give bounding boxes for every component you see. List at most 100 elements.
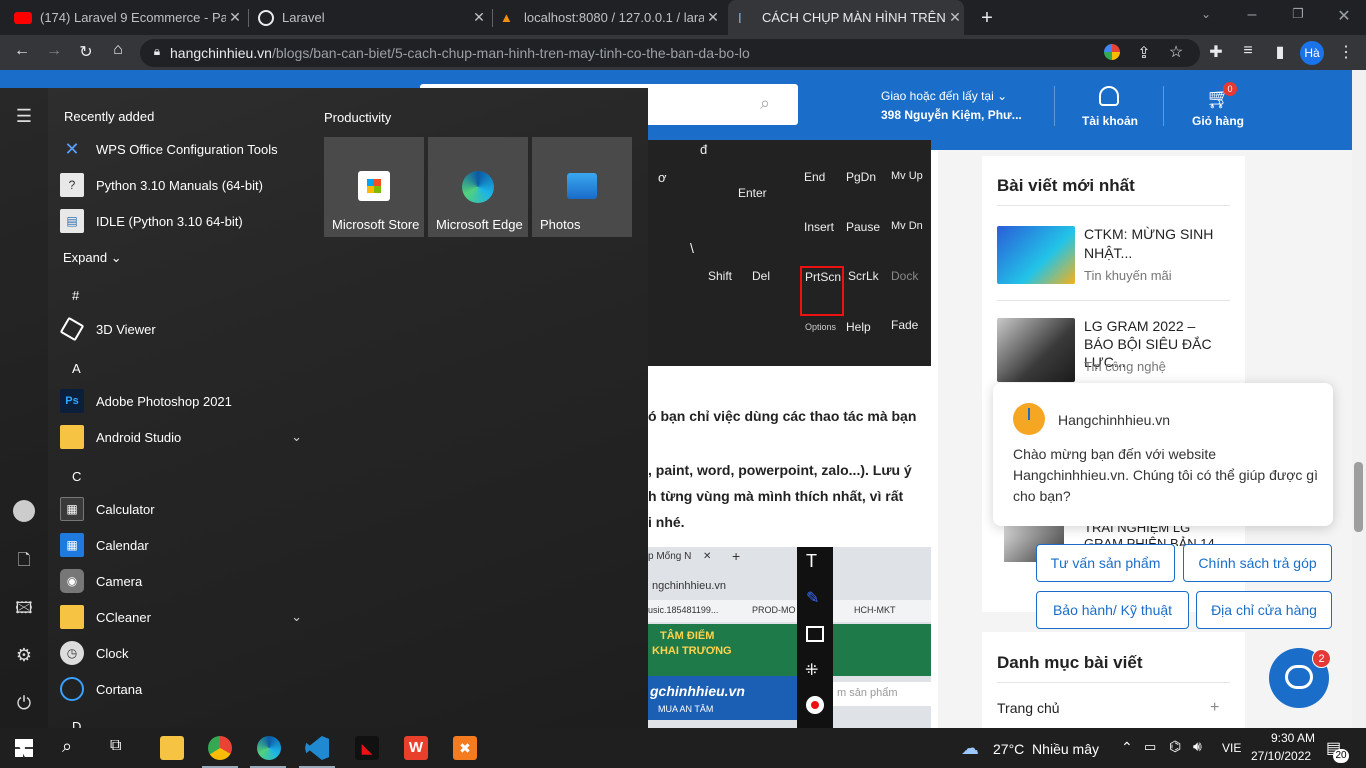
sidepanel-icon[interactable]: ▮ [1270, 42, 1290, 62]
close-icon[interactable]: ✕ [704, 9, 722, 26]
app-cortana[interactable]: Cortana [60, 671, 310, 707]
forward-icon[interactable]: → [44, 42, 64, 60]
delivery-label[interactable]: Giao hoặc đến lấy tại ⌄ [881, 89, 1007, 103]
user-icon[interactable] [1099, 86, 1119, 106]
edge-taskbar-icon[interactable] [257, 736, 281, 760]
app-clock[interactable]: ◷ Clock [60, 635, 310, 671]
minimize-icon[interactable]: – [1242, 6, 1262, 24]
close-icon[interactable]: ✕ [470, 9, 488, 26]
app-camera[interactable]: ◉ Camera [60, 563, 310, 599]
chat-quick-reply[interactable]: Địa chỉ cửa hàng [1196, 591, 1332, 629]
account-link[interactable]: Tài khoản [1082, 114, 1138, 128]
close-icon[interactable]: ✕ [226, 9, 244, 26]
clock-date[interactable]: 27/10/2022 [1251, 749, 1311, 763]
shot-bookmark: usic.185481199... [648, 605, 719, 615]
settings-gear-icon[interactable]: ⚙ [12, 645, 36, 669]
app-idle[interactable]: ▤ IDLE (Python 3.10 64-bit) [60, 203, 310, 239]
group-letter[interactable]: C [72, 469, 81, 484]
back-icon[interactable]: ← [12, 42, 32, 60]
expand-plus-icon[interactable]: + [1210, 699, 1219, 717]
cart-link[interactable]: Giỏ hàng [1192, 114, 1244, 128]
weather-text[interactable]: 27°C Nhiều mây [993, 741, 1099, 757]
category-item[interactable]: Trang chủ [997, 700, 1060, 716]
tab-phpmyadmin[interactable]: ▲ localhost:8080 / 127.0.0.1 / larave ✕ [496, 0, 722, 35]
weather-cloud-icon[interactable]: ☁ [961, 738, 979, 759]
post-thumbnail[interactable] [997, 226, 1075, 284]
tile-microsoft-store[interactable]: Microsoft Store [324, 137, 424, 237]
documents-icon[interactable]: 🗋︎ [12, 549, 36, 573]
xampp-icon[interactable]: ✖ [453, 736, 477, 760]
home-icon[interactable]: ⌂ [108, 41, 128, 59]
menu-dots-icon[interactable]: ⋮ [1336, 42, 1356, 62]
extensions-icon[interactable]: ✚ [1206, 42, 1226, 62]
clock-time[interactable]: 9:30 AM [1259, 731, 1315, 745]
tab-youtube[interactable]: (174) Laravel 9 Ecommerce - Part ✕ [8, 0, 244, 35]
tab-laravel[interactable]: Laravel ✕ [252, 0, 488, 35]
article-text: ó bạn chỉ việc dùng các thao tác mà bạn [648, 408, 917, 424]
folder-ccleaner[interactable]: CCleaner ⌄ [60, 599, 302, 635]
close-window-icon[interactable]: ✕ [1334, 6, 1354, 26]
app-calculator[interactable]: ▦ Calculator [60, 491, 310, 527]
plus-icon: + [732, 548, 741, 564]
app-3d-viewer[interactable]: 3D Viewer [59, 311, 310, 347]
task-view-icon[interactable]: ⧉ [110, 737, 121, 755]
search-icon[interactable]: ⌕ [62, 736, 72, 757]
post-thumbnail[interactable] [997, 318, 1075, 382]
tab-label: Laravel [282, 10, 325, 25]
cortana-icon [60, 677, 84, 701]
media-icon[interactable]: ≡ [1238, 42, 1258, 60]
site-icon: ǀ [738, 9, 742, 26]
app-photoshop[interactable]: Ps Adobe Photoshop 2021 [60, 383, 310, 419]
volume-icon[interactable]: 🔊︎ [1193, 738, 1202, 755]
app-python-manuals[interactable]: ? Python 3.10 Manuals (64-bit) [60, 167, 310, 203]
bookmark-star-icon[interactable]: ☆ [1166, 42, 1186, 62]
reload-icon[interactable]: ↻ [76, 42, 96, 62]
profile-avatar[interactable]: Hà [1300, 41, 1324, 65]
language-indicator[interactable]: VIE [1222, 741, 1241, 755]
app-wps-config[interactable]: ✕ WPS Office Configuration Tools [60, 131, 310, 167]
new-tab-icon[interactable]: + [976, 7, 998, 30]
chrome-icon[interactable] [208, 736, 232, 760]
folder-icon [60, 605, 84, 629]
expand-button[interactable]: Expand ⌄ [63, 250, 122, 266]
search-icon[interactable]: ⌕ [760, 93, 782, 115]
group-letter[interactable]: # [72, 288, 79, 303]
chat-quick-reply[interactable]: Chính sách trả góp [1183, 544, 1332, 582]
tab-active-article[interactable]: ǀ CÁCH CHỤP MÀN HÌNH TRÊN M ✕ [728, 0, 964, 35]
wps-office-icon[interactable]: W [404, 736, 428, 760]
address-bar[interactable]: hangchinhieu.vn/blogs/ban-can-biet/5-cac… [140, 39, 1200, 67]
network-icon[interactable]: ⌬ [1169, 738, 1181, 755]
pictures-icon[interactable]: 🖾︎ [12, 597, 36, 621]
article-text: i nhé. [648, 514, 685, 530]
battery-icon[interactable]: ▭ [1144, 739, 1156, 755]
share-icon[interactable]: ⇪ [1134, 43, 1154, 63]
folder-android-studio[interactable]: Android Studio ⌄ [60, 419, 302, 455]
restore-icon[interactable]: ❐ [1288, 6, 1308, 22]
chat-quick-reply[interactable]: Bảo hành/ Kỹ thuật [1036, 591, 1189, 629]
chat-unread-badge: 2 [1312, 649, 1331, 668]
post-category[interactable]: Tin khuyến mãi [1084, 268, 1172, 283]
user-avatar-icon[interactable] [13, 500, 35, 522]
tab-separator [492, 9, 493, 27]
power-icon[interactable]: ⏻ [12, 693, 36, 717]
close-icon[interactable]: ✕ [946, 9, 964, 26]
chat-quick-reply[interactable]: Tư vấn sản phẩm [1036, 544, 1175, 582]
scrollbar-thumb[interactable] [1354, 462, 1363, 532]
group-letter[interactable]: A [72, 361, 81, 376]
post-category[interactable]: Tin công nghệ [1084, 359, 1166, 374]
file-explorer-icon[interactable] [160, 736, 184, 760]
garena-icon[interactable]: ◣ [355, 736, 379, 760]
delivery-address[interactable]: 398 Nguyễn Kiệm, Phư... [881, 108, 1022, 122]
page-scrollbar[interactable] [1352, 70, 1366, 728]
tab-search-icon[interactable]: ⌄ [1196, 7, 1216, 21]
hamburger-icon[interactable]: ☰ [12, 106, 36, 130]
tile-microsoft-edge[interactable]: Microsoft Edge [428, 137, 528, 237]
group-letter[interactable]: D [72, 719, 81, 728]
tray-chevron-up-icon[interactable]: ⌃ [1121, 739, 1133, 756]
google-icon[interactable] [1104, 44, 1120, 60]
post-title[interactable]: CTKM: MỪNG SINH NHẬT... [1084, 225, 1224, 263]
tile-photos[interactable]: Photos [532, 137, 632, 237]
app-calendar[interactable]: ▦ Calendar [60, 527, 310, 563]
recently-added-header: Recently added [64, 109, 155, 124]
lock-icon[interactable]: 🔒︎ [150, 44, 164, 59]
